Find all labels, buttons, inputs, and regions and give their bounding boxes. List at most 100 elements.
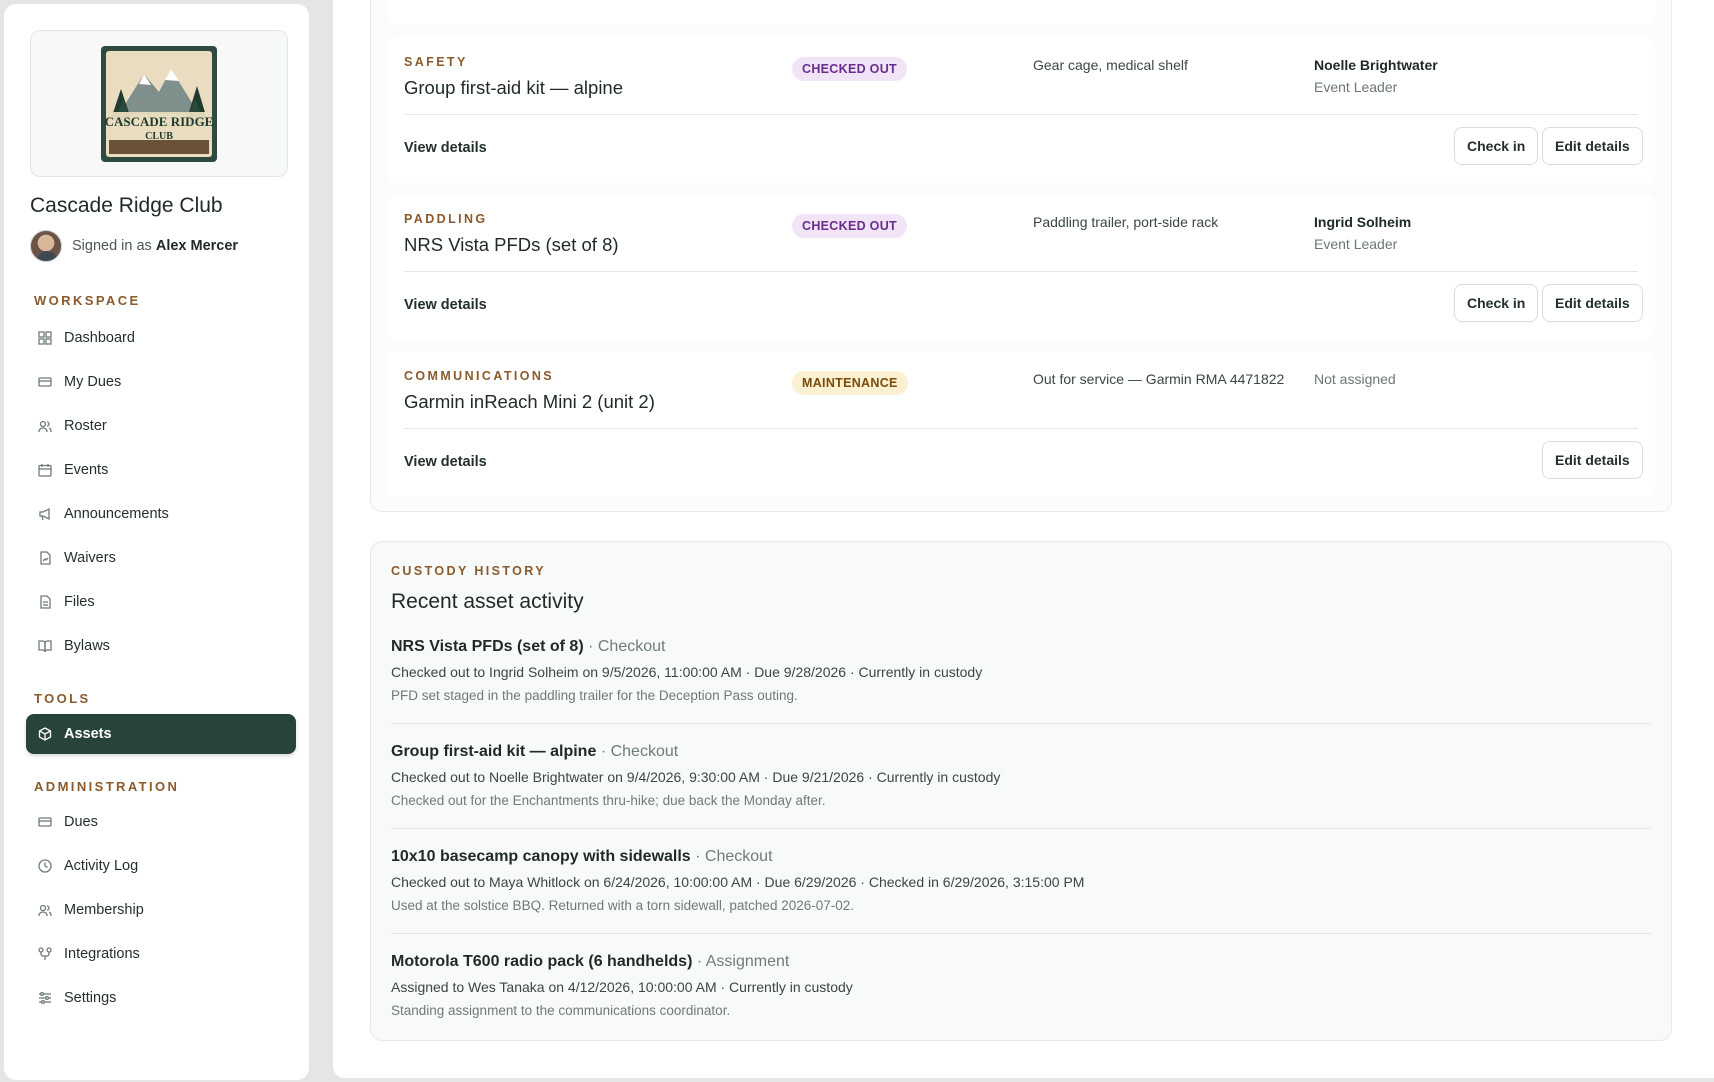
history-detail: Checked out to Ingrid Solheim on 9/5/202… (391, 664, 983, 680)
clock-icon (38, 859, 52, 873)
edit-details-button[interactable]: Edit details (1542, 284, 1643, 322)
nav-label: Bylaws (64, 638, 110, 654)
nav-roster[interactable]: Roster (26, 406, 296, 446)
asset-category: SAFETY (404, 55, 468, 69)
asset-card: SAFETY Group first-aid kit — alpine CHEC… (387, 37, 1655, 183)
asset-name: NRS Vista PFDs (set of 8) (404, 234, 619, 255)
holder-role: Event Leader (1314, 236, 1398, 252)
calendar-icon (38, 463, 52, 477)
nav-label: Assets (64, 726, 112, 742)
previous-asset-card-fragment (388, 0, 1656, 25)
history-item: Motorola T600 radio pack (6 handhelds) ·… (391, 953, 1651, 1018)
history-kind: · Checkout (588, 638, 666, 655)
holder-role: Event Leader (1314, 79, 1398, 95)
nav-label: Settings (64, 990, 117, 1006)
asset-name: Garmin inReach Mini 2 (unit 2) (404, 391, 655, 412)
history-note: Standing assignment to the communication… (391, 1003, 731, 1018)
history-note: PFD set staged in the paddling trailer f… (391, 688, 798, 703)
plug-icon (38, 947, 52, 961)
divider (391, 828, 1651, 829)
history-detail: Assigned to Wes Tanaka on 4/12/2026, 10:… (391, 979, 853, 995)
nav-events[interactable]: Events (26, 450, 296, 490)
asset-name: Group first-aid kit — alpine (404, 77, 624, 98)
section-title: Recent asset activity (391, 590, 584, 613)
nav-waivers[interactable]: Waivers (26, 538, 296, 578)
logo-line1: CASCADE RIDGE (105, 114, 214, 129)
holder-none: Not assigned (1314, 371, 1396, 387)
signed-in-prefix: Signed in as (72, 238, 152, 254)
nav-my-dues[interactable]: My Dues (26, 362, 296, 402)
divider (391, 933, 1651, 934)
nav-announcements[interactable]: Announcements (26, 494, 296, 534)
nav-label: Activity Log (64, 858, 139, 874)
megaphone-icon (38, 507, 52, 521)
nav-label: Waivers (64, 550, 116, 566)
club-logo-card: CASCADE RIDGE CLUB (30, 30, 288, 177)
file-icon (38, 595, 52, 609)
asset-holder: Noelle Brightwater Event Leader (1314, 57, 1438, 95)
nav-label: Dashboard (64, 330, 135, 346)
history-item-title: Motorola T600 radio pack (6 handhelds) ·… (391, 953, 1651, 971)
asset-category: COMMUNICATIONS (404, 369, 555, 383)
card-icon (38, 815, 52, 829)
history-kind: · Assignment (696, 953, 790, 970)
status-badge: CHECKED OUT (792, 57, 907, 81)
avatar[interactable] (30, 230, 62, 262)
asset-location: Paddling trailer, port-side rack (1033, 214, 1219, 230)
users-icon (38, 903, 52, 917)
club-name: Cascade Ridge Club (30, 194, 223, 217)
nav-integrations[interactable]: Integrations (26, 934, 296, 974)
view-details-link[interactable]: View details (404, 454, 487, 470)
section-label: CUSTODY HISTORY (391, 564, 547, 578)
history-item-title: Group first-aid kit — alpine · Checkout (391, 743, 1651, 761)
asset-category: PADDLING (404, 212, 488, 226)
document-sign-icon (38, 551, 52, 565)
asset-location: Out for service — Garmin RMA 4471822 (1033, 371, 1285, 387)
edit-details-button[interactable]: Edit details (1542, 441, 1643, 479)
nav-files[interactable]: Files (26, 582, 296, 622)
history-note: Used at the solstice BBQ. Returned with … (391, 898, 855, 913)
sliders-icon (38, 991, 52, 1005)
history-kind: · Checkout (600, 743, 679, 760)
history-item-title: 10x10 basecamp canopy with sidewalls · C… (391, 848, 1651, 866)
check-in-button[interactable]: Check in (1454, 284, 1539, 322)
section-tools: TOOLS (34, 691, 91, 706)
history-asset: Motorola T600 radio pack (6 handhelds) (391, 953, 693, 970)
nav-dues[interactable]: Dues (26, 802, 296, 842)
nav-label: Events (64, 462, 109, 478)
grid-icon (38, 331, 52, 345)
section-administration: ADMINISTRATION (34, 779, 180, 794)
nav-bylaws[interactable]: Bylaws (26, 626, 296, 666)
users-icon (38, 419, 52, 433)
holder-name: Noelle Brightwater (1314, 57, 1438, 73)
nav-activity-log[interactable]: Activity Log (26, 846, 296, 886)
view-details-link[interactable]: View details (404, 140, 487, 156)
edit-details-button[interactable]: Edit details (1542, 127, 1643, 165)
nav-label: Announcements (64, 506, 169, 522)
asset-location: Gear cage, medical shelf (1033, 57, 1188, 73)
nav-settings[interactable]: Settings (26, 978, 296, 1018)
nav-dashboard[interactable]: Dashboard (26, 318, 296, 358)
nav-label: Membership (64, 902, 144, 918)
check-in-button[interactable]: Check in (1454, 127, 1539, 165)
history-detail: Checked out to Noelle Brightwater on 9/4… (391, 769, 1001, 785)
nav-label: My Dues (64, 374, 122, 390)
history-item: Group first-aid kit — alpine · Checkout … (391, 743, 1651, 808)
asset-card: PADDLING NRS Vista PFDs (set of 8) CHECK… (387, 194, 1655, 340)
nav-assets[interactable]: Assets (26, 714, 296, 754)
asset-card: COMMUNICATIONS Garmin inReach Mini 2 (un… (387, 351, 1655, 497)
view-details-link[interactable]: View details (404, 297, 487, 313)
history-kind: · Checkout (695, 848, 773, 865)
history-item: NRS Vista PFDs (set of 8) · Checkout Che… (391, 638, 1651, 703)
signed-in-label: Signed in as Alex Mercer (72, 238, 238, 254)
signed-in-row: Signed in as Alex Mercer (30, 230, 238, 262)
status-badge: MAINTENANCE (792, 371, 908, 395)
nav-label: Roster (64, 418, 107, 434)
book-icon (38, 639, 52, 653)
nav-label: Integrations (64, 946, 140, 962)
history-asset: NRS Vista PFDs (set of 8) (391, 638, 584, 655)
history-item: 10x10 basecamp canopy with sidewalls · C… (391, 848, 1651, 913)
nav-label: Dues (64, 814, 98, 830)
nav-membership[interactable]: Membership (26, 890, 296, 930)
card-icon (38, 375, 52, 389)
